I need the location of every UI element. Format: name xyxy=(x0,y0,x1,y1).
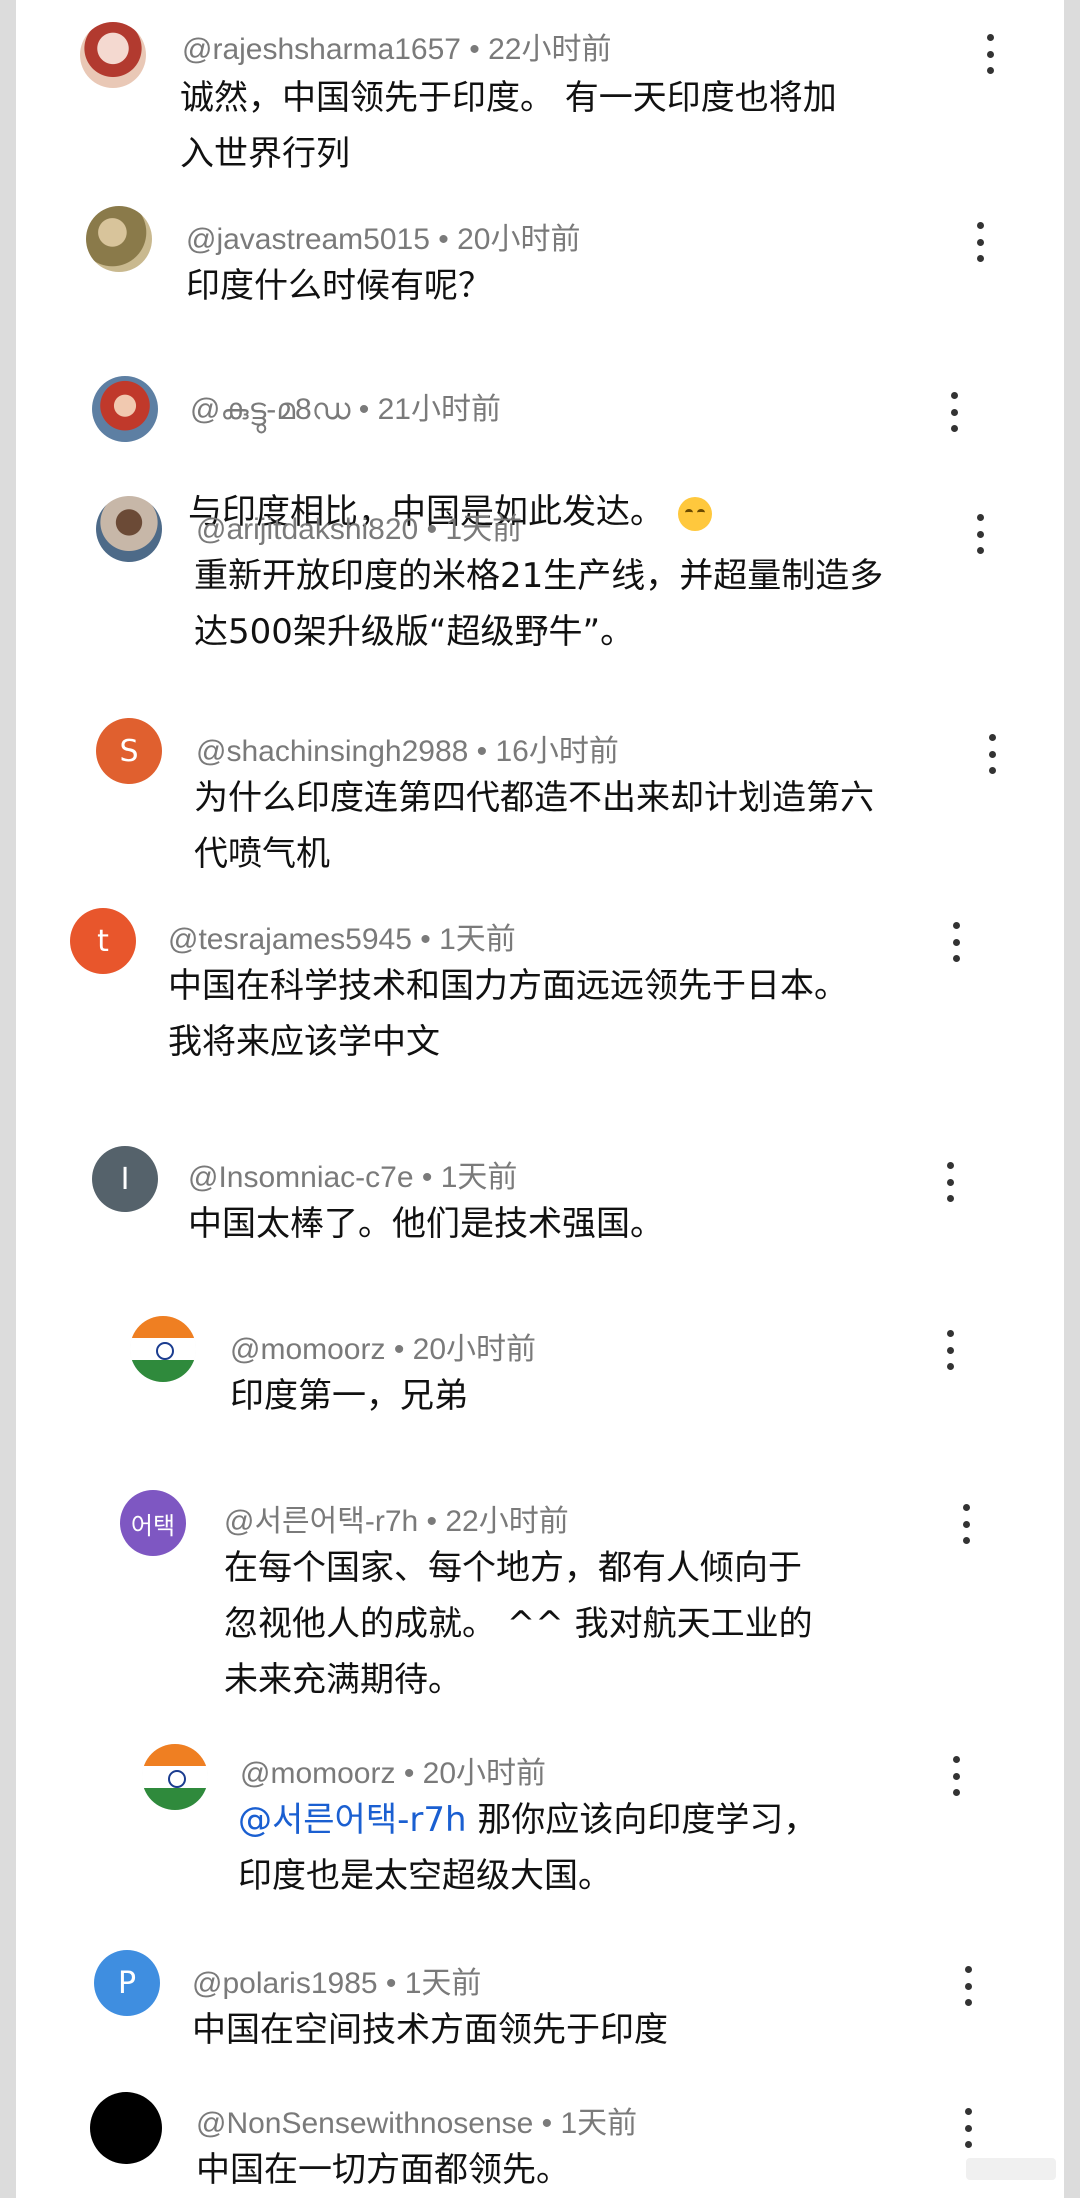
comment-author[interactable]: @arijitdakshi820 • 1天前 xyxy=(196,504,522,548)
avatar[interactable] xyxy=(86,206,152,272)
more-options-icon[interactable] xyxy=(960,1504,972,1544)
more-options-icon[interactable] xyxy=(962,1966,974,2006)
mention-link[interactable]: @서른어택-r7h xyxy=(238,1800,467,1840)
comment-text: 中国太棒了。他们是技术强国。 xyxy=(188,1204,664,1244)
more-options-icon[interactable] xyxy=(974,222,986,262)
comment-text: 诚然，中国领先于印度。 有一天印度也将加 入世界行列 xyxy=(180,78,837,174)
avatar[interactable] xyxy=(90,2092,162,2164)
comment-author[interactable]: @NonSensewithnosense • 1天前 xyxy=(196,2098,637,2142)
more-options-icon[interactable] xyxy=(986,734,998,774)
more-options-icon[interactable] xyxy=(984,34,996,74)
india-flag-avatar[interactable] xyxy=(142,1744,208,1810)
comment-author[interactable]: @서른어택-r7h • 22小时前 xyxy=(224,1496,569,1540)
more-options-icon[interactable] xyxy=(962,2108,974,2148)
avatar[interactable]: t xyxy=(70,908,136,974)
comment-text: 中国在科学技术和国力方面远远领先于日本。 我将来应该学中文 xyxy=(168,966,848,1062)
more-options-icon[interactable] xyxy=(948,392,960,432)
ashoka-chakra-icon xyxy=(168,1770,186,1788)
watermark xyxy=(966,2158,1056,2180)
avatar[interactable]: 어택 xyxy=(120,1490,186,1556)
right-margin xyxy=(1064,0,1080,2198)
ashoka-chakra-icon xyxy=(156,1342,174,1360)
comment-author[interactable]: @polaris1985 • 1天前 xyxy=(192,1958,481,2002)
comment-author[interactable]: @momoorz • 20小时前 xyxy=(230,1324,536,1368)
more-options-icon[interactable] xyxy=(974,514,986,554)
india-flag-avatar[interactable] xyxy=(130,1316,196,1382)
left-margin xyxy=(0,0,16,2198)
comment-list[interactable]: @rajeshsharma1657 • 22小时前 诚然，中国领先于印度。 有一… xyxy=(16,0,1064,2198)
comment-author[interactable]: @കുട്ടു-മ8ഡ • 21小时前 xyxy=(190,384,501,428)
more-options-icon[interactable] xyxy=(944,1330,956,1370)
comment-text: 重新开放印度的米格21生产线，并超量制造多 达500架升级版“超级野牛”。 xyxy=(194,556,884,652)
comment-text: 印度什么时候有呢？ xyxy=(186,266,492,306)
comment-author[interactable]: @rajeshsharma1657 • 22小时前 xyxy=(182,24,611,68)
comment-text: 中国在一切方面都领先。 xyxy=(196,2150,570,2190)
avatar[interactable]: I xyxy=(92,1146,158,1212)
smiling-face-icon xyxy=(678,496,712,531)
comment-text: 印度第一，兄弟 xyxy=(230,1376,468,1416)
comment-author[interactable]: @tesrajames5945 • 1天前 xyxy=(168,914,516,958)
comment-author[interactable]: @javastream5015 • 20小时前 xyxy=(186,214,580,258)
avatar[interactable] xyxy=(96,496,162,562)
comment-text: 中国在空间技术方面领先于印度 xyxy=(192,2010,668,2050)
more-options-icon[interactable] xyxy=(944,1162,956,1202)
avatar[interactable] xyxy=(80,22,146,88)
avatar[interactable] xyxy=(92,376,158,442)
comment-author[interactable]: @Insomniac-c7e • 1天前 xyxy=(188,1152,517,1196)
avatar[interactable]: P xyxy=(94,1950,160,2016)
comments-page: @rajeshsharma1657 • 22小时前 诚然，中国领先于印度。 有一… xyxy=(0,0,1080,2198)
comment-text: 为什么印度连第四代都造不出来却计划造第六 代喷气机 xyxy=(194,778,874,874)
avatar[interactable]: S xyxy=(96,718,162,784)
comment-text: @서른어택-r7h 那你应该向印度学习， 印度也是太空超级大国。 xyxy=(238,1792,1018,1904)
more-options-icon[interactable] xyxy=(950,922,962,962)
comment-author[interactable]: @shachinsingh2988 • 16小时前 xyxy=(196,726,619,770)
comment-author[interactable]: @momoorz • 20小时前 xyxy=(240,1748,546,1792)
comment-text: 在每个国家、每个地方，都有人倾向于 忽视他人的成就。 ^^ 我对航天工业的 未来… xyxy=(224,1548,813,1700)
more-options-icon[interactable] xyxy=(950,1756,962,1796)
